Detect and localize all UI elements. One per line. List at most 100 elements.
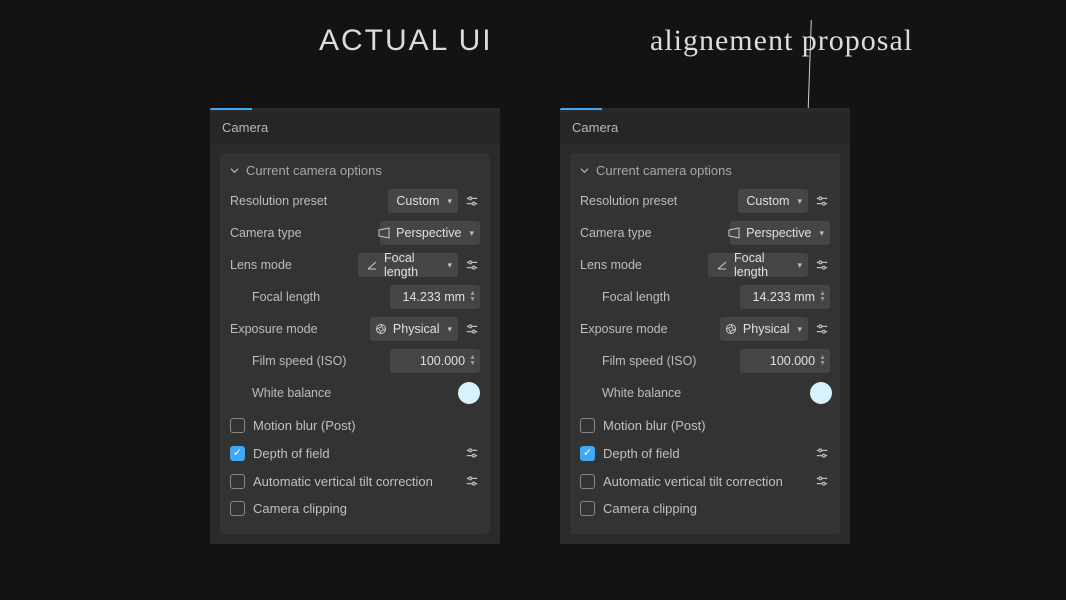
sliders-icon[interactable] bbox=[814, 257, 830, 273]
row-depth-of-field: Depth of field bbox=[230, 439, 480, 467]
row-focal-length: Focal length 14.233 mm ▲▼ bbox=[580, 284, 830, 310]
sliders-icon[interactable] bbox=[814, 193, 830, 209]
white-balance-swatch[interactable] bbox=[810, 382, 832, 404]
chevron-down-icon bbox=[230, 163, 240, 178]
row-camera-clipping: Camera clipping bbox=[230, 495, 480, 522]
exposure-mode-label: Exposure mode bbox=[580, 322, 668, 336]
aperture-icon bbox=[375, 323, 387, 335]
exposure-mode-dropdown[interactable]: Physical ▾ bbox=[370, 317, 458, 341]
focal-length-label: Focal length bbox=[230, 290, 320, 304]
spinner-arrows-icon[interactable]: ▲▼ bbox=[819, 355, 826, 367]
film-speed-value: 100.000 bbox=[420, 354, 465, 368]
lens-mode-value: Focal length bbox=[734, 251, 789, 279]
angle-icon bbox=[366, 259, 378, 271]
row-exposure-mode: Exposure mode Physical ▾ bbox=[230, 316, 480, 342]
row-camera-type: Camera type Perspective ▾ bbox=[230, 220, 480, 246]
angle-icon bbox=[716, 259, 728, 271]
lens-mode-value: Focal length bbox=[384, 251, 439, 279]
aperture-icon bbox=[725, 323, 737, 335]
spinner-arrows-icon[interactable]: ▲▼ bbox=[469, 355, 476, 367]
camera-clipping-checkbox[interactable] bbox=[580, 501, 595, 516]
panel-title: Camera bbox=[560, 112, 850, 143]
resolution-preset-label: Resolution preset bbox=[230, 194, 327, 208]
panel-tab-indicator bbox=[560, 108, 850, 112]
white-balance-label: White balance bbox=[230, 386, 331, 400]
focal-length-input[interactable]: 14.233 mm ▲▼ bbox=[390, 285, 480, 309]
chevron-down-icon: ▾ bbox=[797, 196, 802, 207]
chevron-down-icon: ▾ bbox=[447, 260, 452, 271]
section-header[interactable]: Current camera options bbox=[230, 163, 480, 178]
focal-length-value: 14.233 mm bbox=[403, 290, 466, 304]
exposure-mode-value: Physical bbox=[393, 322, 440, 336]
chevron-down-icon: ▾ bbox=[469, 228, 474, 239]
row-film-speed: Film speed (ISO) 100.000 ▲▼ bbox=[580, 348, 830, 374]
row-depth-of-field: Depth of field bbox=[580, 439, 830, 467]
lens-mode-dropdown[interactable]: Focal length ▾ bbox=[358, 253, 458, 277]
row-resolution-preset: Resolution preset Custom ▾ bbox=[580, 188, 830, 214]
row-motion-blur: Motion blur (Post) bbox=[580, 412, 830, 439]
auto-tilt-label: Automatic vertical tilt correction bbox=[253, 474, 456, 489]
spinner-arrows-icon[interactable]: ▲▼ bbox=[819, 291, 826, 303]
perspective-icon bbox=[728, 227, 740, 239]
row-camera-type: Camera type Perspective ▾ bbox=[580, 220, 830, 246]
sliders-icon[interactable] bbox=[464, 193, 480, 209]
motion-blur-checkbox[interactable] bbox=[580, 418, 595, 433]
row-auto-tilt: Automatic vertical tilt correction bbox=[230, 467, 480, 495]
camera-clipping-checkbox[interactable] bbox=[230, 501, 245, 516]
depth-of-field-label: Depth of field bbox=[253, 446, 456, 461]
row-lens-mode: Lens mode Focal length ▾ bbox=[230, 252, 480, 278]
heading-alignment-proposal: alignement proposal bbox=[650, 24, 913, 58]
panel-tab-indicator bbox=[210, 108, 500, 112]
resolution-preset-dropdown[interactable]: Custom ▾ bbox=[388, 189, 458, 213]
film-speed-input[interactable]: 100.000 ▲▼ bbox=[390, 349, 480, 373]
exposure-mode-value: Physical bbox=[743, 322, 790, 336]
lens-mode-label: Lens mode bbox=[580, 258, 642, 272]
camera-type-label: Camera type bbox=[580, 226, 652, 240]
heading-actual-ui: ACTUAL UI bbox=[319, 24, 493, 58]
auto-tilt-checkbox[interactable] bbox=[580, 474, 595, 489]
film-speed-input[interactable]: 100.000 ▲▼ bbox=[740, 349, 830, 373]
white-balance-swatch[interactable] bbox=[458, 382, 480, 404]
sliders-icon[interactable] bbox=[464, 321, 480, 337]
motion-blur-label: Motion blur (Post) bbox=[253, 418, 480, 433]
spinner-arrows-icon[interactable]: ▲▼ bbox=[469, 291, 476, 303]
motion-blur-checkbox[interactable] bbox=[230, 418, 245, 433]
auto-tilt-label: Automatic vertical tilt correction bbox=[603, 474, 806, 489]
camera-type-dropdown[interactable]: Perspective ▾ bbox=[380, 221, 480, 245]
sliders-icon[interactable] bbox=[814, 445, 830, 461]
sliders-icon[interactable] bbox=[464, 445, 480, 461]
film-speed-value: 100.000 bbox=[770, 354, 815, 368]
section-header-label: Current camera options bbox=[596, 163, 732, 178]
exposure-mode-dropdown[interactable]: Physical ▾ bbox=[720, 317, 808, 341]
resolution-preset-value: Custom bbox=[396, 194, 439, 208]
depth-of-field-checkbox[interactable] bbox=[580, 446, 595, 461]
row-auto-tilt: Automatic vertical tilt correction bbox=[580, 467, 830, 495]
depth-of-field-checkbox[interactable] bbox=[230, 446, 245, 461]
resolution-preset-dropdown[interactable]: Custom ▾ bbox=[738, 189, 808, 213]
lens-mode-label: Lens mode bbox=[230, 258, 292, 272]
camera-type-value: Perspective bbox=[746, 226, 811, 240]
row-resolution-preset: Resolution preset Custom ▾ bbox=[230, 188, 480, 214]
camera-type-value: Perspective bbox=[396, 226, 461, 240]
section-header[interactable]: Current camera options bbox=[580, 163, 830, 178]
film-speed-label: Film speed (ISO) bbox=[580, 354, 696, 368]
focal-length-input[interactable]: 14.233 mm ▲▼ bbox=[740, 285, 830, 309]
depth-of-field-label: Depth of field bbox=[603, 446, 806, 461]
sliders-icon[interactable] bbox=[464, 257, 480, 273]
row-lens-mode: Lens mode Focal length ▾ bbox=[580, 252, 830, 278]
panel-title: Camera bbox=[210, 112, 500, 143]
sliders-icon[interactable] bbox=[814, 473, 830, 489]
sliders-icon[interactable] bbox=[464, 473, 480, 489]
film-speed-label: Film speed (ISO) bbox=[230, 354, 346, 368]
panel-proposal: Camera Current camera options Resolution… bbox=[560, 108, 850, 544]
exposure-mode-label: Exposure mode bbox=[230, 322, 318, 336]
chevron-down-icon: ▾ bbox=[797, 324, 802, 335]
lens-mode-dropdown[interactable]: Focal length ▾ bbox=[708, 253, 808, 277]
sliders-icon[interactable] bbox=[814, 321, 830, 337]
chevron-down-icon: ▾ bbox=[797, 260, 802, 271]
auto-tilt-checkbox[interactable] bbox=[230, 474, 245, 489]
row-white-balance: White balance bbox=[230, 380, 480, 406]
section-current-camera-options: Current camera options Resolution preset… bbox=[570, 153, 840, 534]
camera-type-dropdown[interactable]: Perspective ▾ bbox=[730, 221, 830, 245]
motion-blur-label: Motion blur (Post) bbox=[603, 418, 830, 433]
